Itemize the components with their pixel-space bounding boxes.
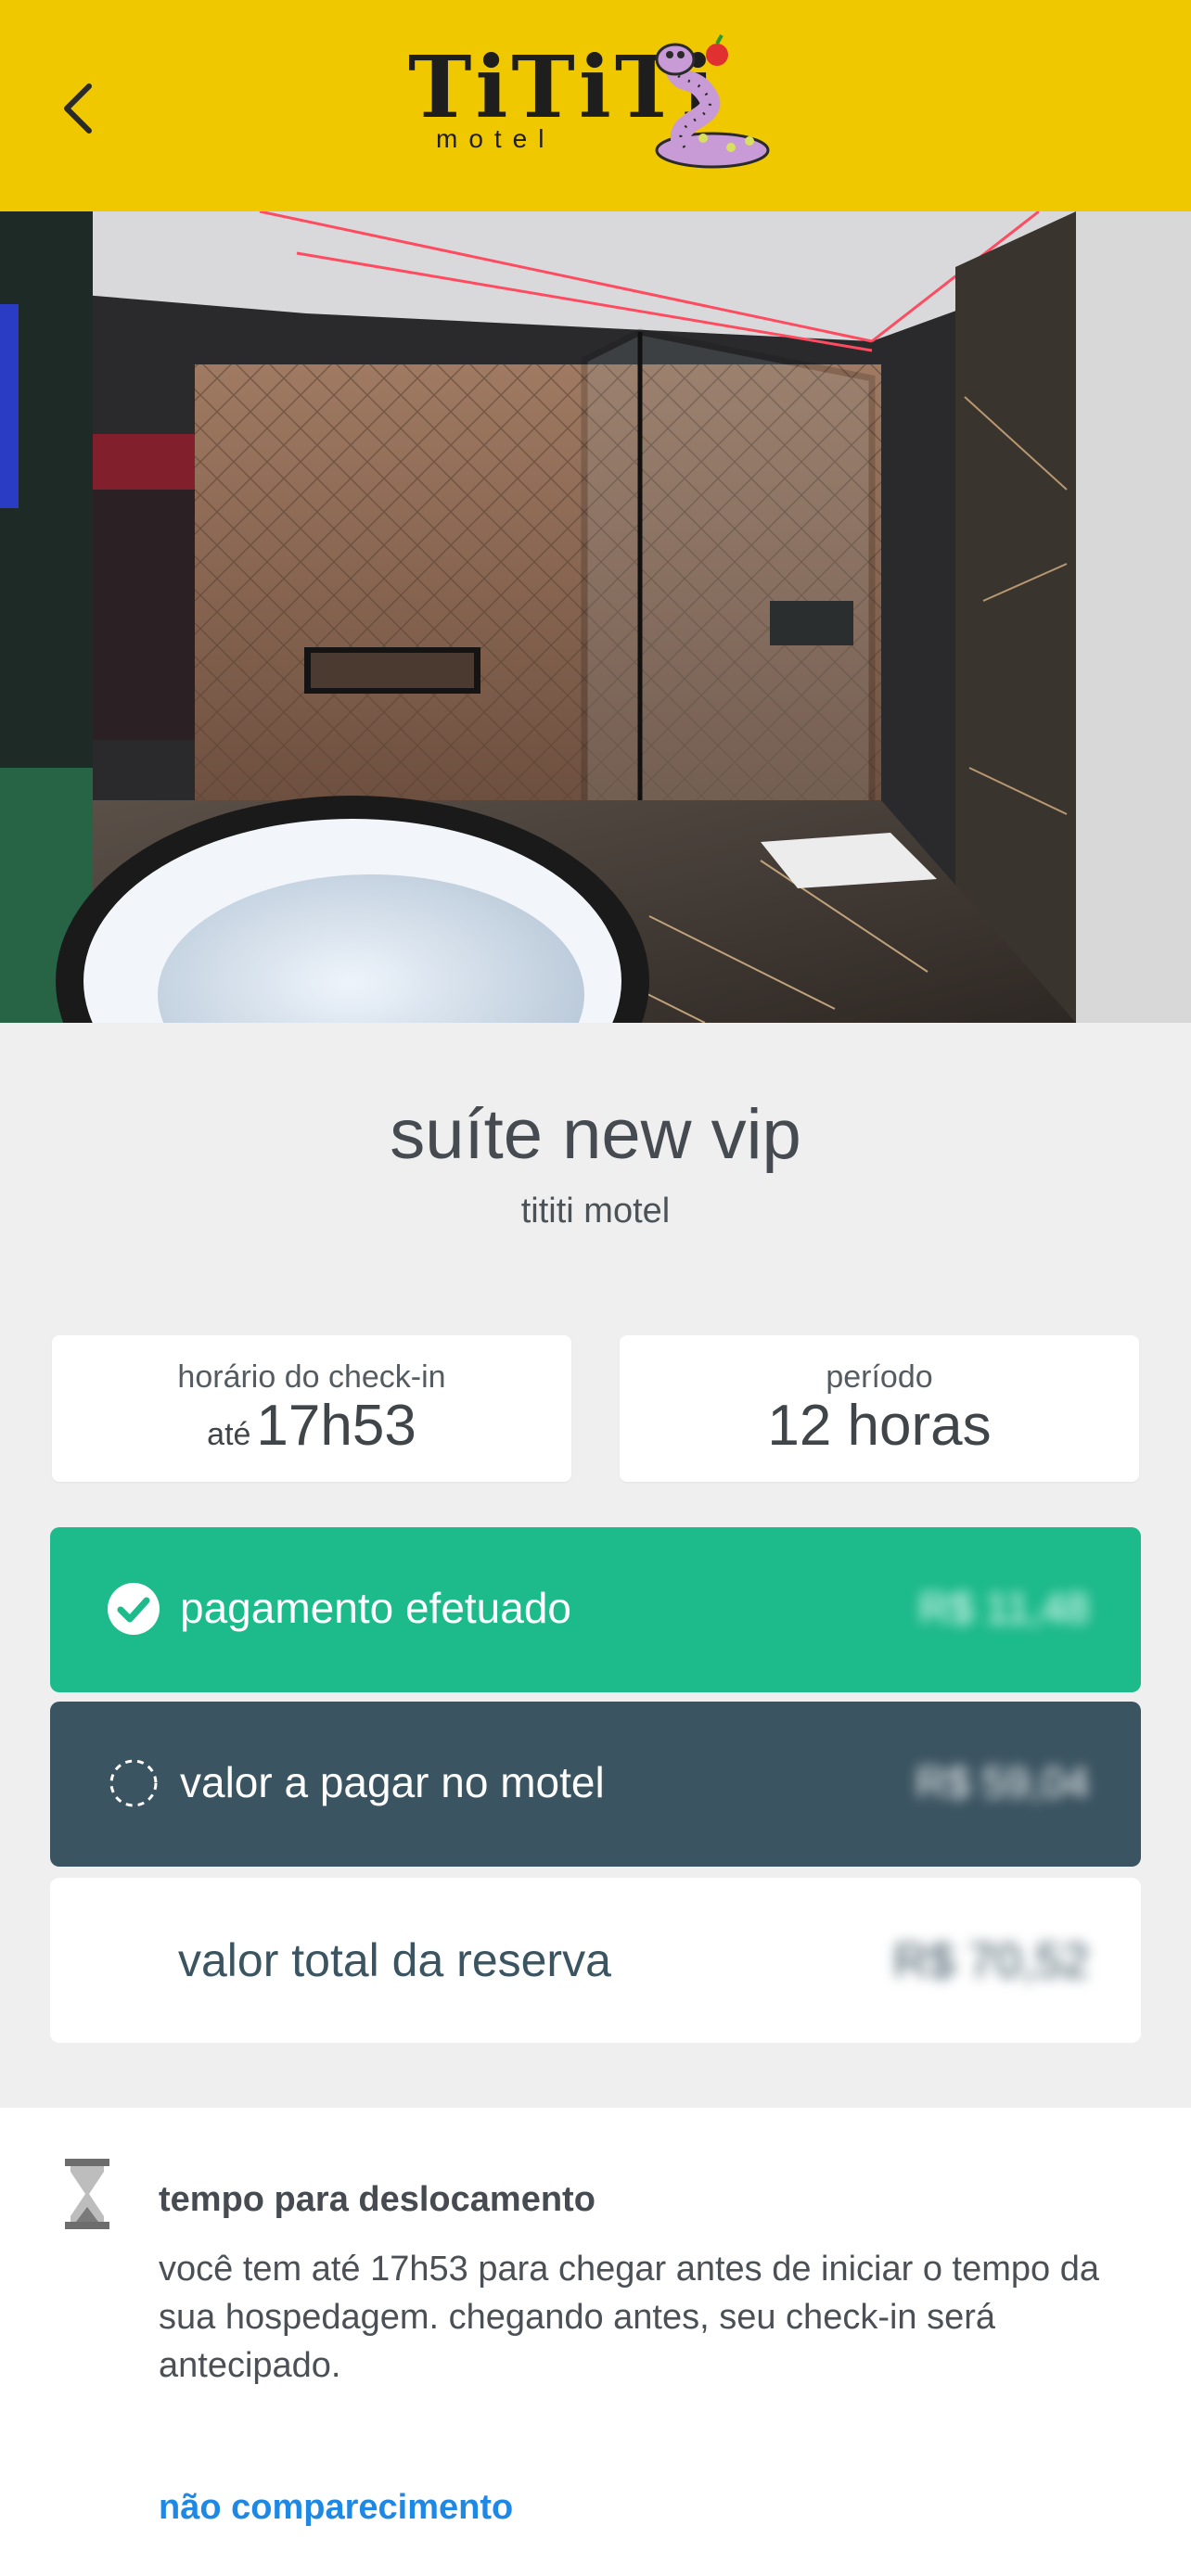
amount-due-bar: valor a pagar no motel R$ 59,04 [50,1702,1141,1867]
logo-subtext: motel [436,124,556,153]
suite-name: suíte new vip [390,1095,801,1174]
total-amount-label: valor total da reserva [178,1934,611,1986]
pending-circle-icon [109,1759,158,1807]
payment-done-label: pagamento efetuado [180,1584,572,1632]
motel-name: tititi motel [520,1192,671,1231]
hourglass-icon [65,2159,109,2229]
amount-due-label: valor a pagar no motel [180,1758,605,1806]
no-show-link[interactable]: não comparecimento [159,2488,513,2528]
checkin-time: 17h53 [256,1394,416,1458]
motel-logo: TiTiTi motel [408,32,779,171]
total-amount-bar: valor total da reserva R$ 70,52 [50,1878,1141,2043]
amount-due-value: R$ 59,04 [916,1758,1089,1806]
payment-done-amount: R$ 11,48 [918,1584,1089,1632]
snake-mascot-icon [655,34,770,169]
checkin-value: até17h53 [52,1396,571,1465]
period-label: período [826,1359,933,1395]
suite-photo [0,211,1191,1023]
check-circle-icon [108,1583,160,1635]
checkin-label: horário do check-in [177,1359,446,1395]
period-card: período 12 horas [620,1335,1139,1482]
checkin-card: horário do check-in até17h53 [52,1335,571,1482]
period-value: 12 horas [767,1394,992,1458]
app-header: TiTiTi motel [0,0,1191,211]
travel-time-description: você tem até 17h53 para chegar antes de … [159,2250,1099,2385]
checkin-prefix: até [207,1417,251,1452]
travel-info-section: tempo para deslocamento você tem até 17h… [0,2108,1191,2576]
back-button[interactable] [54,76,100,141]
chevron-left-icon [64,83,92,134]
payment-done-bar: pagamento efetuado R$ 11,48 [50,1527,1141,1692]
travel-time-title: tempo para deslocamento [159,2180,596,2219]
total-amount-value: R$ 70,52 [892,1934,1089,1988]
suite-title-block: suíte new vip tititi motel [0,1094,1191,1231]
